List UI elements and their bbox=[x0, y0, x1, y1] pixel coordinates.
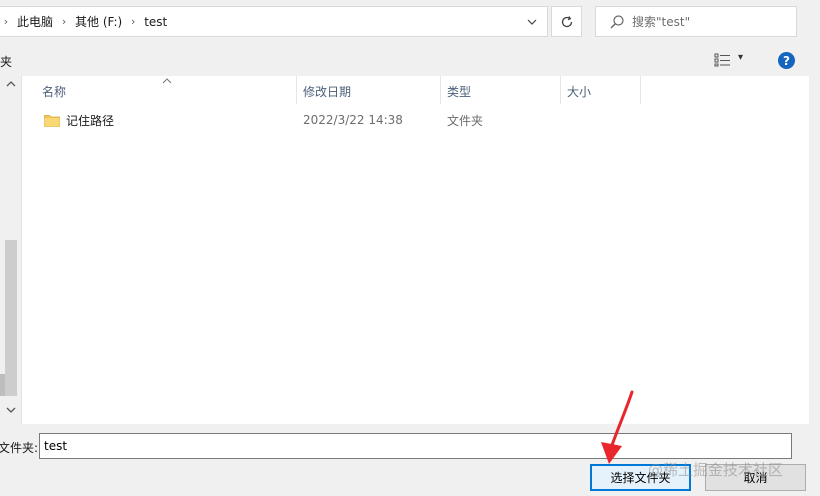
column-header-size[interactable]: 大小 bbox=[561, 76, 640, 106]
red-arrow-annotation-icon bbox=[601, 390, 634, 464]
chevron-right-icon[interactable]: › bbox=[57, 15, 71, 28]
folder-icon bbox=[44, 114, 60, 127]
search-input[interactable]: 搜索"test" bbox=[595, 6, 797, 37]
help-icon[interactable]: ? bbox=[778, 52, 795, 69]
scroll-down-icon[interactable] bbox=[6, 406, 16, 414]
view-options-icon[interactable] bbox=[714, 53, 732, 67]
chevron-down-icon bbox=[527, 19, 537, 25]
file-list-scrollbar[interactable] bbox=[809, 76, 820, 424]
folder-field-label: 文件夹: bbox=[0, 441, 39, 455]
file-type: 文件夹 bbox=[447, 113, 484, 128]
refresh-icon bbox=[561, 15, 572, 27]
column-header-date[interactable]: 修改日期 bbox=[297, 76, 440, 106]
breadcrumb-this-pc[interactable]: 此电脑 bbox=[13, 13, 57, 30]
search-placeholder: 搜索"test" bbox=[632, 15, 691, 29]
folder-field[interactable]: test bbox=[39, 433, 792, 459]
file-list[interactable]: 名称 修改日期 类型 大小 记住路径 2022/3/22 14:38 文件夹 bbox=[22, 76, 809, 424]
file-date: 2022/3/22 14:38 bbox=[303, 113, 403, 127]
breadcrumb: › 此电脑 › 其他 (F:) › test bbox=[0, 7, 171, 36]
new-folder-button-label[interactable]: 夹 bbox=[0, 53, 12, 70]
file-name-cell: 记住路径 bbox=[44, 106, 114, 134]
column-divider[interactable] bbox=[640, 76, 641, 104]
nav-scroll-thumb[interactable] bbox=[5, 240, 17, 396]
folder-field-value: test bbox=[44, 439, 68, 453]
column-header-type[interactable]: 类型 bbox=[441, 76, 560, 106]
breadcrumb-drive-f[interactable]: 其他 (F:) bbox=[71, 13, 126, 30]
scroll-up-icon[interactable] bbox=[6, 80, 16, 88]
list-item[interactable]: 记住路径 2022/3/22 14:38 文件夹 bbox=[22, 106, 809, 134]
file-name: 记住路径 bbox=[66, 113, 115, 128]
toolbar: 夹 ▾ ? bbox=[0, 44, 820, 76]
nav-pane-edge bbox=[0, 374, 5, 396]
refresh-button[interactable] bbox=[551, 6, 582, 37]
address-bar[interactable]: › 此电脑 › 其他 (F:) › test bbox=[0, 6, 548, 37]
watermark: @稀土掘金技术社区 bbox=[648, 461, 784, 479]
nav-pane-scrollbar[interactable] bbox=[0, 76, 22, 424]
breadcrumb-test[interactable]: test bbox=[140, 15, 171, 29]
search-icon bbox=[610, 14, 624, 28]
chevron-right-icon[interactable]: › bbox=[0, 15, 13, 28]
address-row: › 此电脑 › 其他 (F:) › test 搜索"test" bbox=[0, 0, 820, 44]
view-dropdown-chevron-icon[interactable]: ▾ bbox=[738, 52, 743, 63]
column-header-name[interactable]: 名称 bbox=[36, 76, 296, 106]
address-history-dropdown[interactable] bbox=[517, 7, 547, 36]
chevron-right-icon[interactable]: › bbox=[126, 15, 140, 28]
column-header-row: 名称 修改日期 类型 大小 bbox=[22, 76, 809, 106]
